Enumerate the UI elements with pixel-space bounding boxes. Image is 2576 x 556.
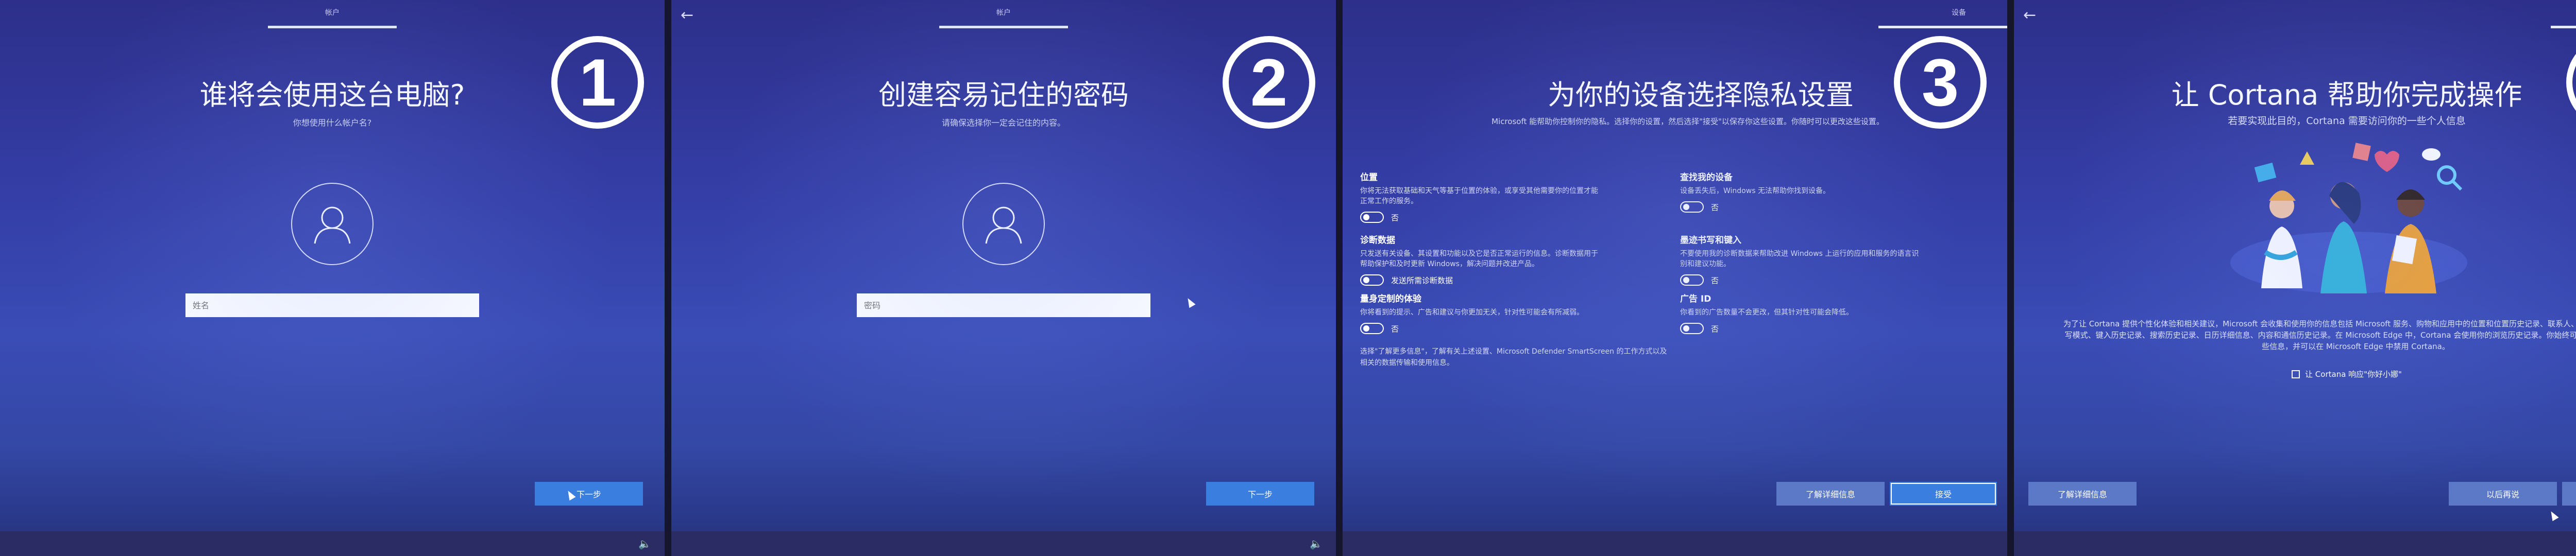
setting-location: 位置 你将无法获取基础和天气等基于位置的体验，或享受其他需要你的位置才能正常工作…	[1360, 170, 1602, 223]
volume-icon[interactable]: 🔈	[1310, 537, 1323, 550]
section-tab: 设备	[1952, 9, 1966, 17]
next-button[interactable]: 下一步	[535, 482, 643, 506]
page-description: Microsoft 能帮助你控制你的隐私。选择你的设置，然后选择"接受"以保存你…	[1492, 117, 1884, 126]
setting-description: 你将无法获取基础和天气等基于位置的体验，或享受其他需要你的位置才能正常工作的服务…	[1360, 187, 1598, 205]
user-avatar-icon	[291, 183, 374, 265]
page-title: 为你的设备选择隐私设置	[1548, 79, 1854, 111]
toggle-state: 否	[1711, 202, 1719, 212]
back-arrow-icon[interactable]: ←	[681, 6, 693, 24]
section-tab: 帐户	[996, 9, 1011, 17]
hey-cortana-checkbox[interactable]	[2292, 370, 2300, 378]
section-indicator	[268, 26, 397, 28]
page-title: 创建容易记住的密码	[878, 79, 1129, 111]
section-tab: 帐户	[325, 9, 340, 17]
toggle-state: 发送所需诊断数据	[1391, 275, 1453, 285]
cortana-consent-text: 为了让 Cortana 提供个性化体验和相关建议，Microsoft 会收集和使…	[2063, 319, 2576, 351]
toggle-state: 否	[1711, 275, 1719, 285]
advertising-id-toggle[interactable]	[1680, 323, 1704, 334]
toggle-state: 否	[1391, 213, 1399, 222]
panel-divider	[1336, 0, 1343, 556]
find-my-device-toggle[interactable]	[1680, 201, 1704, 213]
setting-heading: 查找我的设备	[1680, 172, 1733, 183]
panel-divider	[665, 0, 671, 556]
setting-description: 只发送有关设备、其设置和功能以及它是否正常运行的信息。诊断数据用于帮助保护和及时…	[1360, 250, 1598, 268]
mouse-cursor	[1184, 296, 1196, 308]
privacy-footer-text: 选择"了解更多信息"，了解有关上述设置、Microsoft Defender S…	[1360, 348, 1667, 367]
hey-cortana-option[interactable]: 让 Cortana 响应"你好小娜"	[2014, 369, 2576, 379]
section-indicator	[2551, 26, 2576, 28]
page-subtitle: 你想使用什么帐户名?	[293, 118, 372, 128]
oobe-panel-account-name: 帐户 1 谁将会使用这台电脑? 你想使用什么帐户名? 下一步 🔈	[0, 0, 665, 556]
bottom-bar: 🔈	[0, 531, 665, 556]
page-title: 谁将会使用这台电脑?	[199, 79, 465, 111]
user-avatar-icon	[962, 183, 1045, 265]
diagnostics-toggle[interactable]	[1360, 274, 1384, 286]
inking-typing-toggle[interactable]	[1680, 274, 1704, 286]
page-subtitle: 请确保选择你一定会记住的内容。	[941, 118, 1065, 128]
name-input[interactable]	[185, 293, 479, 317]
setting-description: 你将看到的提示、广告和建议与你更加无关，针对性可能会有所减弱。	[1360, 308, 1584, 317]
accept-button[interactable]: 接受	[1890, 482, 1997, 506]
setting-inking-typing: 墨迹书写和键入 不要使用我的诊断数据来帮助改进 Windows 上运行的应用和服…	[1680, 233, 1922, 286]
setting-heading: 位置	[1360, 172, 1378, 183]
page-subtitle: 若要实现此目的，Cortana 需要访问你的一些个人信息	[2228, 115, 2466, 127]
bottom-bar: 🔈	[671, 531, 1336, 556]
bottom-bar	[1343, 531, 2007, 556]
setting-description: 不要使用我的诊断数据来帮助改进 Windows 上运行的应用和服务的语言识别和建…	[1680, 250, 1919, 268]
location-toggle[interactable]	[1360, 212, 1384, 223]
bottom-bar	[2014, 531, 2576, 556]
mouse-cursor	[2548, 509, 2559, 522]
setting-heading: 量身定制的体验	[1360, 294, 1421, 304]
tailored-experience-toggle[interactable]	[1360, 323, 1384, 334]
setting-diagnostics: 诊断数据 只发送有关设备、其设置和功能以及它是否正常运行的信息。诊断数据用于帮助…	[1360, 233, 1602, 286]
learn-more-button[interactable]: 了解详细信息	[2028, 482, 2137, 506]
page-title: 让 Cortana 帮助你完成操作	[2171, 79, 2522, 111]
oobe-panel-privacy: 设备 3 为你的设备选择隐私设置 Microsoft 能帮助你控制你的隐私。选择…	[1343, 0, 2007, 556]
cortana-people-illustration	[2230, 143, 2467, 293]
setting-description: 你看到的广告数量不会更改，但其针对性可能会降低。	[1680, 308, 1853, 317]
oobe-panel-password: ← 帐户 2 创建容易记住的密码 请确保选择你一定会记住的内容。 下一步 🔈	[671, 0, 1336, 556]
setting-heading: 墨迹书写和键入	[1680, 235, 1741, 246]
password-input[interactable]	[857, 293, 1150, 317]
panel-divider	[2007, 0, 2014, 556]
checkbox-label: 让 Cortana 响应"你好小娜"	[2305, 370, 2402, 379]
toggle-state: 否	[1391, 324, 1399, 334]
setting-heading: 广告 ID	[1680, 294, 1711, 304]
back-arrow-icon[interactable]: ←	[2023, 6, 2036, 24]
later-button[interactable]: 以后再说	[2449, 482, 2557, 506]
setting-tailored-experience: 量身定制的体验 你将看到的提示、广告和建议与你更加无关，针对性可能会有所减弱。 …	[1360, 291, 1602, 334]
next-button[interactable]: 下一步	[1206, 482, 1314, 506]
accept-button[interactable]: 接受	[2562, 482, 2576, 506]
setting-heading: 诊断数据	[1360, 235, 1395, 246]
toggle-state: 否	[1711, 324, 1719, 334]
volume-icon[interactable]: 🔈	[638, 537, 651, 550]
setting-find-my-device: 查找我的设备 设备丢失后，Windows 无法帮助你找到设备。 否	[1680, 170, 1922, 213]
section-indicator	[939, 26, 1068, 28]
setting-advertising-id: 广告 ID 你看到的广告数量不会更改，但其针对性可能会降低。 否	[1680, 291, 1922, 334]
learn-more-button[interactable]: 了解详细信息	[1776, 482, 1885, 506]
oobe-panel-cortana: ← 设备 4 让 Cortana 帮助你完成操作 若要实现此目的，Cortana…	[2014, 0, 2576, 556]
setting-description: 设备丢失后，Windows 无法帮助你找到设备。	[1680, 187, 1830, 195]
section-indicator	[1878, 26, 2007, 28]
